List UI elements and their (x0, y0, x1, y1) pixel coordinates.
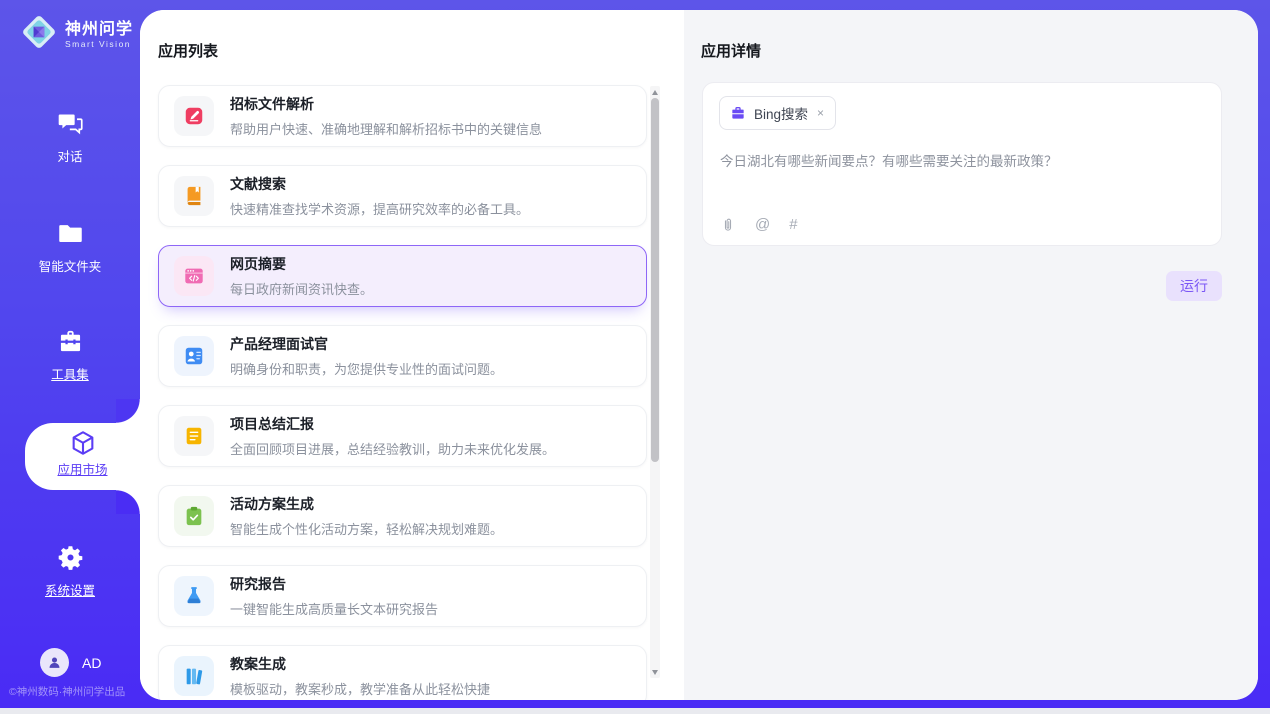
app-card-desc: 模板驱动，教案秒成，教学准备从此轻松快捷 (230, 679, 490, 698)
close-icon[interactable]: × (816, 106, 825, 120)
app-card-desc: 全面回顾项目进展，总结经验教训，助力未来优化发展。 (230, 439, 555, 458)
brand-subtitle: Smart Vision (65, 39, 133, 49)
sidebar-item-toolbox[interactable]: 工具集 (0, 328, 140, 383)
app-card-lesson-plan[interactable]: 教案生成 模板驱动，教案秒成，教学准备从此轻松快捷 (158, 645, 647, 700)
app-card-title: 项目总结汇报 (230, 414, 555, 434)
card-text: 产品经理面试官 明确身份和职责，为您提供专业性的面试问题。 (230, 334, 503, 378)
tool-tag-label: Bing搜索 (754, 103, 808, 123)
app-card-title: 教案生成 (230, 654, 490, 674)
app-card-desc: 明确身份和职责，为您提供专业性的面试问题。 (230, 359, 503, 378)
user-avatar-icon (46, 654, 63, 671)
app-card-desc: 每日政府新闻资讯快查。 (230, 279, 373, 298)
app-list-title: 应用列表 (158, 40, 218, 61)
app-card-pm-interviewer[interactable]: 产品经理面试官 明确身份和职责，为您提供专业性的面试问题。 (158, 325, 647, 387)
app-card-desc: 智能生成个性化活动方案，轻松解决规划难题。 (230, 519, 503, 538)
folder-icon (57, 220, 84, 247)
app-card-research-report[interactable]: 研究报告 一键智能生成高质量长文本研究报告 (158, 565, 647, 627)
card-text: 项目总结汇报 全面回顾项目进展，总结经验教训，助力未来优化发展。 (230, 414, 555, 458)
sidebar-item-chat[interactable]: 对话 (0, 110, 140, 165)
document-edit-icon (174, 96, 214, 136)
mention-icon[interactable]: @ (755, 216, 770, 233)
sidebar-footer: ©神州数码·神州问学出品 (9, 684, 125, 699)
card-text: 文献搜索 快速精准查找学术资源，提高研究效率的必备工具。 (230, 174, 529, 218)
brand-name: 神州问学 (65, 15, 133, 39)
app-detail-panel: 应用详情 Bing搜索 × 今日湖北有哪些新闻要点？有哪些需要关注的最新政策？ … (684, 10, 1258, 700)
tool-tag-bing-search[interactable]: Bing搜索 × (719, 96, 836, 130)
sidebar-item-label: 工具集 (0, 364, 140, 383)
app-card-title: 网页摘要 (230, 254, 373, 274)
app-list-scrollbar[interactable] (650, 86, 660, 678)
chat-icon (57, 110, 84, 137)
user-account[interactable]: AD (40, 648, 101, 677)
card-text: 活动方案生成 智能生成个性化活动方案，轻松解决规划难题。 (230, 494, 503, 538)
gear-icon (57, 544, 84, 571)
note-icon (174, 416, 214, 456)
app-card-title: 活动方案生成 (230, 494, 503, 514)
prompt-text[interactable]: 今日湖北有哪些新闻要点？有哪些需要关注的最新政策？ (720, 152, 1200, 172)
cube-icon (69, 429, 97, 457)
clipboard-check-icon (174, 496, 214, 536)
sidebar-item-label: 对话 (0, 146, 140, 165)
sidebar: 神州问学 Smart Vision 对话 智能文件夹 工具集 应用市场 (0, 0, 140, 708)
avatar (40, 648, 69, 677)
tab-curve-bottom (116, 490, 140, 514)
tab-curve-top (116, 399, 140, 423)
sidebar-item-app-market[interactable]: 应用市场 (25, 423, 140, 490)
user-name: AD (82, 655, 101, 671)
main-content: 应用列表 招标文件解析 帮助用户快速、准确地理解和解析招标书中的关键信息 (140, 10, 1258, 700)
app-card-bid-analysis[interactable]: 招标文件解析 帮助用户快速、准确地理解和解析招标书中的关键信息 (158, 85, 647, 147)
app-card-title: 招标文件解析 (230, 94, 542, 114)
hash-icon[interactable]: # (789, 216, 797, 233)
scrollbar-thumb[interactable] (651, 98, 659, 462)
interviewer-icon (174, 336, 214, 376)
diamond-logo-icon (20, 13, 58, 51)
card-text: 招标文件解析 帮助用户快速、准确地理解和解析招标书中的关键信息 (230, 94, 542, 138)
book-icon (174, 176, 214, 216)
sidebar-item-smart-folder[interactable]: 智能文件夹 (0, 220, 140, 275)
sidebar-item-label: 智能文件夹 (0, 256, 140, 275)
app-card-title: 产品经理面试官 (230, 334, 503, 354)
card-text: 教案生成 模板驱动，教案秒成，教学准备从此轻松快捷 (230, 654, 490, 698)
app-card-title: 研究报告 (230, 574, 438, 594)
app-card-desc: 帮助用户快速、准确地理解和解析招标书中的关键信息 (230, 119, 542, 138)
brand-logo: 神州问学 Smart Vision (20, 13, 133, 51)
card-text: 研究报告 一键智能生成高质量长文本研究报告 (230, 574, 438, 618)
run-button[interactable]: 运行 (1166, 271, 1222, 301)
app-card-event-plan[interactable]: 活动方案生成 智能生成个性化活动方案，轻松解决规划难题。 (158, 485, 647, 547)
flask-icon (174, 576, 214, 616)
app-card-literature-search[interactable]: 文献搜索 快速精准查找学术资源，提高研究效率的必备工具。 (158, 165, 647, 227)
paperclip-icon[interactable] (720, 217, 736, 233)
brand-text: 神州问学 Smart Vision (65, 15, 133, 49)
app-card-desc: 快速精准查找学术资源，提高研究效率的必备工具。 (230, 199, 529, 218)
composer-toolbar: @ # (720, 216, 798, 233)
app-card-project-summary[interactable]: 项目总结汇报 全面回顾项目进展，总结经验教训，助力未来优化发展。 (158, 405, 647, 467)
app-card-title: 文献搜索 (230, 174, 529, 194)
sidebar-item-label: 系统设置 (0, 580, 140, 599)
app-card-web-summary[interactable]: 网页摘要 每日政府新闻资讯快查。 (158, 245, 647, 307)
toolbox-icon (57, 328, 84, 355)
app-cards: 招标文件解析 帮助用户快速、准确地理解和解析招标书中的关键信息 文献搜索 快速精… (158, 85, 647, 700)
app-detail-title: 应用详情 (701, 40, 761, 61)
sidebar-item-label: 应用市场 (25, 459, 140, 478)
briefcase-icon (730, 105, 746, 121)
sidebar-item-settings[interactable]: 系统设置 (0, 544, 140, 599)
scroll-up-arrow[interactable] (650, 87, 660, 97)
app-card-desc: 一键智能生成高质量长文本研究报告 (230, 599, 438, 618)
scroll-down-arrow[interactable] (650, 667, 660, 677)
card-text: 网页摘要 每日政府新闻资讯快查。 (230, 254, 373, 298)
app-list-panel: 应用列表 招标文件解析 帮助用户快速、准确地理解和解析招标书中的关键信息 (140, 10, 684, 700)
prompt-card[interactable]: Bing搜索 × 今日湖北有哪些新闻要点？有哪些需要关注的最新政策？ @ # (702, 82, 1222, 246)
browser-code-icon (174, 256, 214, 296)
books-icon (174, 656, 214, 696)
